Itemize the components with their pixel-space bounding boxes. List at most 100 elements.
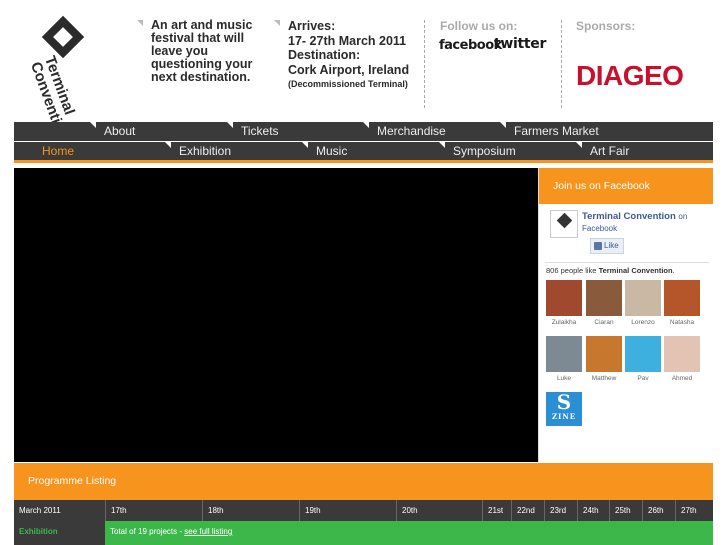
nav-label: Music [316,144,348,158]
fan-avatar [664,336,700,372]
fan-avatar [546,336,582,372]
like-button[interactable]: Like [590,238,624,254]
total-text: Total of 19 projects - [110,527,185,536]
destination-note: (Decommissioned Terminal) [288,79,408,89]
fan-name: Natasha [669,319,695,326]
video-player[interactable] [14,168,538,462]
nav-notch-icon [576,142,582,148]
nav-notch-icon [302,142,308,148]
festival-tagline: An art and music festival that will leav… [151,18,253,84]
fan-item[interactable]: Luke [546,336,582,382]
fan-name: Lorenzo [631,319,655,326]
fan-avatar [625,280,661,316]
fan-avatar [664,280,700,316]
destination-label: Destination: [288,48,361,62]
nav-notch-icon [439,142,445,148]
nav-item-merchandise[interactable]: Merchandise [363,122,446,141]
facebook-box-title: Join us on Facebook [539,168,713,204]
fan-item[interactable]: Lorenzo [625,280,661,326]
nav-label: Merchandise [377,124,446,138]
nav-notch-icon [227,122,233,128]
fan-name: Ciaran [594,319,614,326]
s-zine-letter: S [556,390,572,414]
facebook-link[interactable]: facebook [439,38,502,53]
facebook-divider [545,262,709,263]
nav-item-about[interactable]: About [90,122,136,141]
programme-day[interactable]: 19th [300,500,397,521]
likes-count-suffix: . [672,266,675,275]
thumbs-up-icon [594,242,602,250]
nav-item-tickets[interactable]: Tickets [227,122,279,141]
nav-label: Farmers Market [514,124,599,138]
fan-item[interactable]: Pav [625,336,661,382]
fan-item[interactable]: Natasha [664,280,700,326]
s-zine-badge[interactable]: S ZINE [546,392,582,426]
programme-listing-title: Programme Listing [14,463,713,500]
likes-count-page: Terminal Convention [598,266,673,275]
like-label: Like [604,241,619,250]
programme-day[interactable]: 27th [676,500,713,521]
nav-item-symposium[interactable]: Symposium [439,142,516,161]
logo-mark-icon [41,15,85,59]
page-avatar[interactable] [550,210,578,238]
programme-day[interactable]: 20th [397,500,483,521]
see-full-listing-link[interactable]: see full listing [184,527,232,536]
programme-day[interactable]: 18th [203,500,300,521]
triangle-marker-icon [274,20,280,26]
s-zine-word: ZINE [551,412,577,421]
fan-avatar [586,280,622,316]
fan-avatar [625,336,661,372]
sponsors-title: Sponsors: [576,19,636,33]
fan-name: Matthew [591,375,617,382]
nav-notch-icon [500,122,506,128]
fan-item[interactable]: Zulaikha [546,280,582,326]
sponsor-diageo-logo[interactable]: DIAGEO [576,60,684,92]
fan-item[interactable]: Ahmed [664,336,700,382]
secondary-nav: About Tickets Merchandise Farmers Market [14,122,713,141]
terminal-convention-logo[interactable]: Terminal Convention [22,15,92,143]
facebook-page-link[interactable]: Terminal Convention on Facebook [582,211,712,235]
programme-day[interactable]: 21st [483,500,512,521]
fan-item[interactable]: Matthew [586,336,622,382]
programme-day[interactable]: 25th [610,500,643,521]
programme-day[interactable]: 24th [578,500,610,521]
page-name[interactable]: Terminal Convention [582,211,676,222]
nav-label: Symposium [453,144,516,158]
nav-notch-icon [363,122,369,128]
nav-item-art-fair[interactable]: Art Fair [576,142,629,161]
triangle-marker-icon [137,20,143,26]
programme-day[interactable]: 17th [106,500,203,521]
programme-row-label: Exhibition [14,521,105,545]
arrives-dates: 17- 27th March 2011 [288,33,407,48]
page-on-label: on [678,212,688,221]
nav-item-home[interactable]: Home [42,142,74,161]
nav-item-farmers-market[interactable]: Farmers Market [500,122,599,141]
likes-count-prefix: 806 people like [546,266,597,275]
destination-value: Cork Airport, Ireland [288,62,410,77]
nav-item-music[interactable]: Music [302,142,348,161]
header-divider [561,20,562,108]
nav-label: Tickets [241,124,279,138]
arrives-label: Arrives: [288,19,336,33]
fan-item[interactable]: Ciaran [586,280,622,326]
fan-name: Ahmed [671,375,693,382]
twitter-link[interactable]: twitter [494,36,546,52]
nav-label: About [104,124,136,138]
facebook-network-link[interactable]: Facebook [582,223,712,235]
nav-notch-icon [90,122,96,128]
fan-name: Zulaikha [551,319,577,326]
programme-day[interactable]: 26th [643,500,676,521]
programme-month: March 2011 [14,500,106,521]
arrival-info: Arrives: 17- 27th March 2011 Destination… [288,19,418,92]
nav-label: Home [42,144,75,158]
nav-item-exhibition[interactable]: Exhibition [165,142,232,161]
programme-day[interactable]: 22nd [512,500,545,521]
fan-avatar [586,336,622,372]
nav-label: Exhibition [179,144,232,158]
nav-notch-icon [165,142,171,148]
programme-row-total: Total of 19 projects - see full listing [110,521,232,543]
programme-row-exhibition: Exhibition Total of 19 projects - see fu… [14,521,713,545]
programme-day[interactable]: 23rd [545,500,578,521]
likes-count: 806 people like Terminal Convention. [546,266,675,275]
fan-name: Pav [637,375,649,382]
